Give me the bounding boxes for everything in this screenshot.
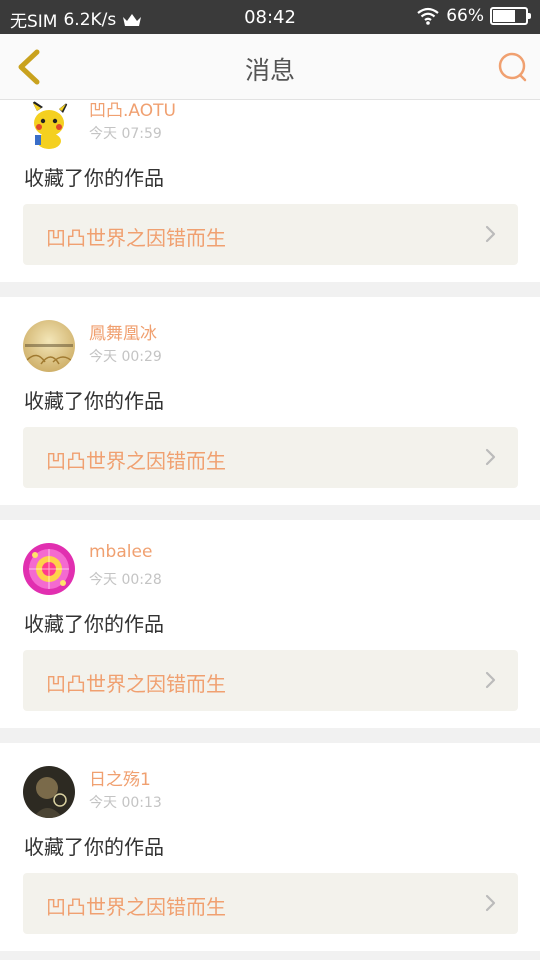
work-title: 凹凸世界之因错而生	[46, 226, 226, 250]
battery-percent: 66%	[446, 6, 484, 26]
work-title: 凹凸世界之因错而生	[46, 672, 226, 696]
action-text: 收藏了你的作品	[24, 389, 164, 413]
action-text: 收藏了你的作品	[24, 835, 164, 859]
work-title: 凹凸世界之因错而生	[46, 449, 226, 473]
action-text: 收藏了你的作品	[24, 166, 164, 190]
message-time: 今天 07:59	[89, 126, 162, 142]
chevron-right-icon	[485, 894, 496, 912]
work-link[interactable]: 凹凸世界之因错而生	[23, 873, 518, 934]
message-card: 凹凸.AOTU 今天 07:59 收藏了你的作品 凹凸世界之因错而生	[0, 100, 540, 282]
wheat-field-avatar[interactable]	[23, 320, 75, 372]
message-time: 今天 00:13	[89, 795, 162, 811]
message-list[interactable]: 凹凸.AOTU 今天 07:59 收藏了你的作品 凹凸世界之因错而生 鳳舞凰冰 …	[0, 100, 540, 960]
action-text: 收藏了你的作品	[24, 612, 164, 636]
username[interactable]: mbalee	[89, 542, 152, 562]
work-link[interactable]: 凹凸世界之因错而生	[23, 204, 518, 265]
chevron-right-icon	[485, 448, 496, 466]
work-link[interactable]: 凹凸世界之因错而生	[23, 427, 518, 488]
status-bar: 无SIM 6.2K/s 08:42 66%	[0, 0, 540, 34]
battery-fill	[493, 10, 516, 22]
page-title: 消息	[244, 56, 295, 85]
username[interactable]: 凹凸.AOTU	[89, 100, 176, 121]
pink-pattern-avatar[interactable]	[23, 543, 75, 595]
chevron-right-icon	[485, 225, 496, 243]
username[interactable]: 鳳舞凰冰	[89, 319, 157, 344]
battery-icon	[490, 7, 531, 25]
wifi-icon	[417, 7, 439, 25]
message-card: mbalee 今天 00:28 收藏了你的作品 凹凸世界之因错而生	[0, 520, 540, 728]
message-time: 今天 00:28	[89, 572, 162, 588]
pikachu-avatar[interactable]	[23, 100, 75, 149]
dark-portrait-avatar[interactable]	[23, 766, 75, 818]
message-card: 鳳舞凰冰 今天 00:29 收藏了你的作品 凹凸世界之因错而生	[0, 297, 540, 505]
message-time: 今天 00:29	[89, 349, 162, 365]
search-icon[interactable]	[496, 50, 530, 84]
chevron-right-icon	[485, 671, 496, 689]
message-card: 日之殇1 今天 00:13 收藏了你的作品 凹凸世界之因错而生	[0, 743, 540, 951]
work-title: 凹凸世界之因错而生	[46, 895, 226, 919]
nav-bar: 消息	[0, 34, 540, 100]
username[interactable]: 日之殇1	[89, 765, 151, 790]
work-link[interactable]: 凹凸世界之因错而生	[23, 650, 518, 711]
status-right: 66%	[416, 6, 531, 26]
